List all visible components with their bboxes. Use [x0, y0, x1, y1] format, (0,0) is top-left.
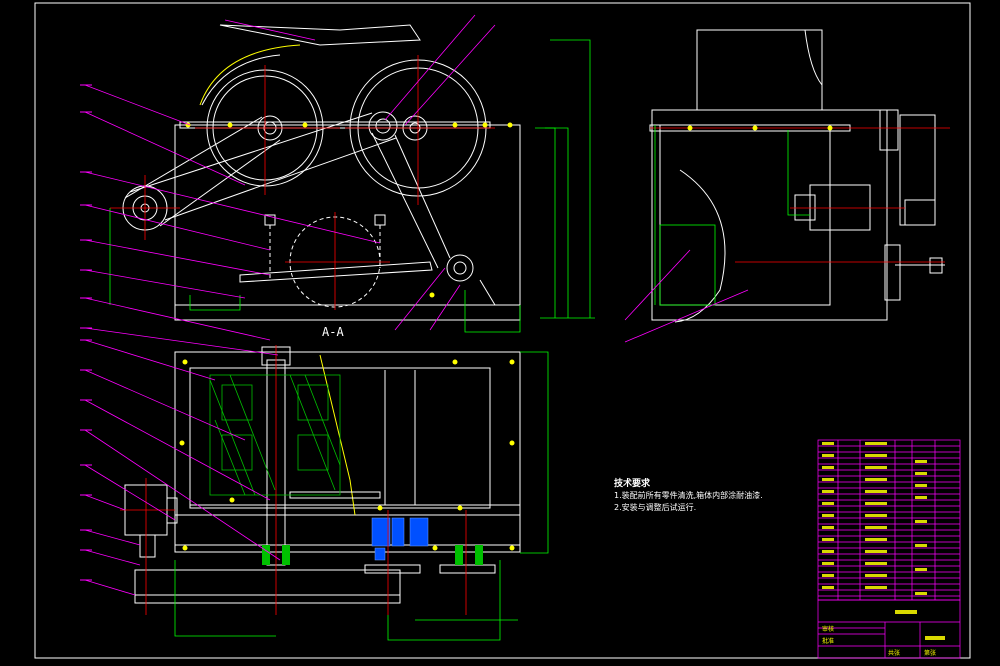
centerlines-top	[110, 55, 495, 310]
notes-title: 技术要求	[614, 479, 651, 489]
hatched-roll	[209, 374, 341, 496]
dimensions-top	[109, 39, 595, 333]
centerlines-plan	[120, 345, 467, 615]
dimensions-side	[654, 125, 810, 306]
parts-list-table	[817, 439, 961, 659]
dimensions-plan	[174, 351, 549, 641]
side-view	[649, 29, 945, 323]
leader-tags	[80, 84, 92, 581]
technical-notes: 技术要求 1.装配前所有零件清洗,箱体内部涂耐油漆. 2.安装与调整后试运行.	[614, 478, 763, 514]
blue-gears	[371, 517, 429, 561]
title-block-cell: 审核	[822, 626, 835, 633]
cad-drawing	[34, 2, 971, 659]
section-label: A-A	[322, 325, 344, 339]
title-block-cell: 批准	[822, 638, 835, 645]
section-view-a-a	[122, 24, 521, 321]
parts-list-entries	[822, 442, 945, 640]
note-1: 1.装配前所有零件清洗,箱体内部涂耐油漆.	[614, 491, 763, 500]
title-block-cell: 第张	[924, 650, 937, 657]
title-block-cell: 共张	[888, 650, 901, 657]
note-2: 2.安装与调整后试运行.	[614, 503, 697, 512]
green-fills	[262, 545, 483, 565]
